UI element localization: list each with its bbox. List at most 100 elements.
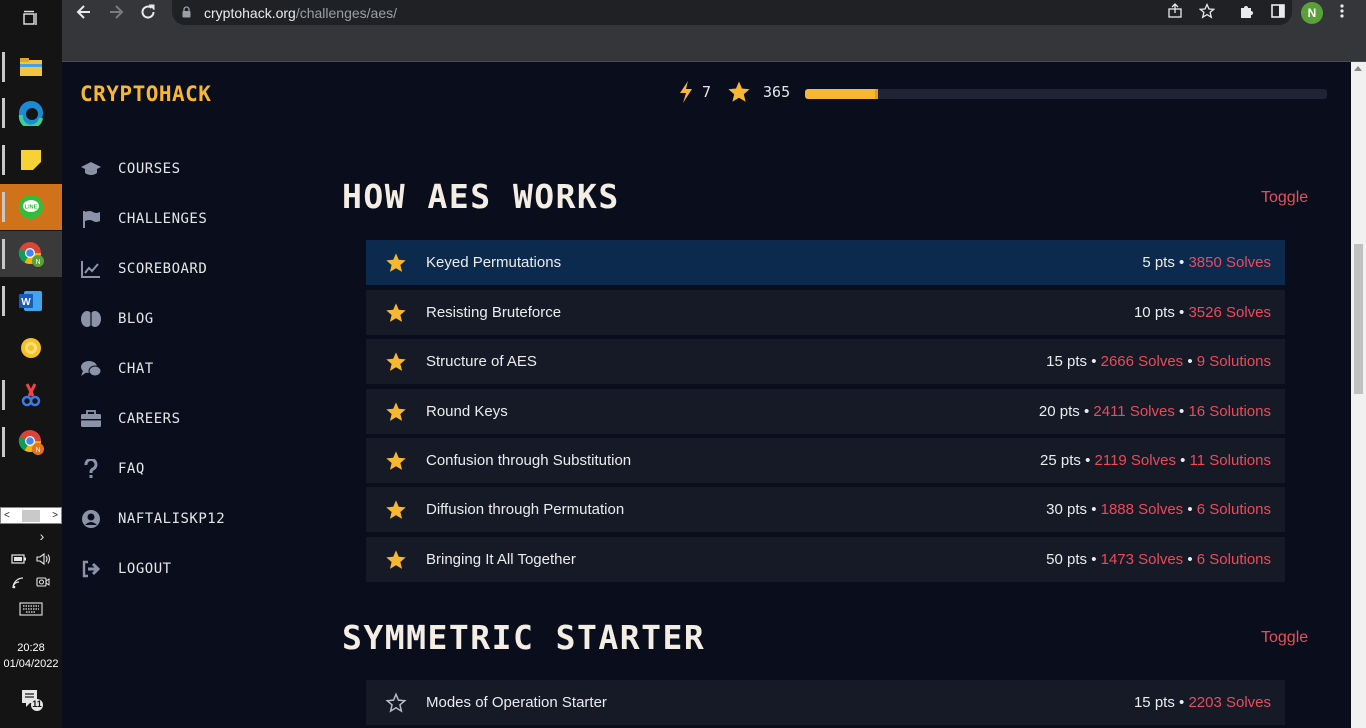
challenge-solves[interactable]: 2203 Solves <box>1188 694 1271 711</box>
scroll-left-icon[interactable]: < <box>4 510 10 521</box>
profile-avatar[interactable]: N <box>1301 2 1323 24</box>
taskbar-clock[interactable]: 20:28 01/04/2022 <box>0 640 62 672</box>
challenge-solutions[interactable]: 9 Solutions <box>1197 353 1271 370</box>
bookmark-star-icon[interactable] <box>1197 2 1217 23</box>
challenge-solves[interactable]: 3850 Solves <box>1188 254 1271 271</box>
sidebar-item-chat[interactable]: CHAT <box>80 344 225 394</box>
star-filled-icon <box>385 302 407 324</box>
toggle-how-aes-works[interactable]: Toggle <box>1261 189 1308 207</box>
challenge-meta: 50 pts • 1473 Solves • 6 Solutions <box>1046 551 1271 568</box>
challenge-solves[interactable]: 1888 Solves <box>1101 501 1184 518</box>
site-logo[interactable]: CRYPTOHACK <box>80 82 211 106</box>
scrollbar-thumb[interactable] <box>1354 244 1363 394</box>
scroller-thumb[interactable] <box>22 509 40 522</box>
challenge-solves[interactable]: 2666 Solves <box>1101 353 1184 370</box>
toggle-symmetric-starter[interactable]: Toggle <box>1261 629 1308 647</box>
sidebar-item-challenges[interactable]: CHALLENGES <box>80 194 225 244</box>
challenge-solves[interactable]: 3526 Solves <box>1188 304 1271 321</box>
scroll-right-icon[interactable]: > <box>52 510 58 521</box>
taskbar-app-settings[interactable] <box>0 325 62 371</box>
volume-icon[interactable] <box>35 552 51 566</box>
challenge-points: 5 pts <box>1142 254 1175 271</box>
sidebar-item-logout[interactable]: LOGOUT <box>80 544 225 594</box>
taskbar-app-sticky-notes[interactable] <box>0 137 62 183</box>
section-title-symmetric-starter: SYMMETRIC STARTER <box>342 618 706 657</box>
challenge-solutions[interactable]: 11 Solutions <box>1190 452 1271 469</box>
challenge-name[interactable]: Confusion through Substitution <box>426 452 1040 469</box>
challenge-solves[interactable]: 2119 Solves <box>1095 452 1176 469</box>
address-bar[interactable]: cryptohack.org/challenges/aes/ <box>172 0 1292 25</box>
share-icon[interactable] <box>1165 3 1185 23</box>
challenge-row[interactable]: Diffusion through Permutation 30 pts • 18… <box>366 487 1285 532</box>
star-filled-icon <box>385 549 407 571</box>
comments-icon <box>80 359 102 379</box>
challenge-solutions[interactable]: 6 Solutions <box>1197 501 1271 518</box>
kebab-menu-icon[interactable] <box>1332 3 1352 23</box>
challenge-name[interactable]: Diffusion through Permutation <box>426 501 1046 518</box>
battery-icon[interactable] <box>11 552 27 566</box>
back-button[interactable] <box>74 3 94 23</box>
bolt-count: 7 <box>702 83 712 101</box>
sidebar-item-courses[interactable]: COURSES <box>80 144 225 194</box>
forward-button[interactable] <box>106 3 126 23</box>
taskbar-app-word[interactable]: W <box>0 278 62 324</box>
taskbar-app-line[interactable]: LINE <box>0 184 62 230</box>
reload-button[interactable] <box>138 3 158 23</box>
url-host: cryptohack.org <box>204 5 296 21</box>
challenge-row[interactable]: Structure of AES 15 pts • 2666 Solves • 9… <box>366 339 1285 384</box>
section-title-how-aes-works: HOW AES WORKS <box>342 177 620 216</box>
challenge-row[interactable]: Keyed Permutations 5 pts • 3850 Solves <box>366 240 1285 285</box>
lock-icon[interactable] <box>182 6 191 18</box>
taskbar-app-edge[interactable] <box>0 90 62 136</box>
challenge-solutions[interactable]: 16 Solutions <box>1188 403 1271 420</box>
url-path: /challenges/aes/ <box>295 5 398 21</box>
line-icon: LINE <box>19 195 43 219</box>
challenge-name[interactable]: Round Keys <box>426 403 1039 420</box>
show-hidden-icons[interactable]: › <box>0 528 62 544</box>
challenge-row[interactable]: Round Keys 20 pts • 2411 Solves • 16 Solu… <box>366 389 1285 434</box>
challenge-row[interactable]: Bringing It All Together 50 pts • 1473 So… <box>366 537 1285 582</box>
challenge-points: 10 pts <box>1133 304 1175 321</box>
url-text[interactable]: cryptohack.org/challenges/aes/ <box>204 5 397 21</box>
wifi-icon[interactable] <box>11 576 27 590</box>
clock-time: 20:28 <box>17 642 45 654</box>
chrome-icon: N <box>18 242 44 267</box>
notifications-button[interactable]: 11 <box>20 688 44 712</box>
challenge-solves[interactable]: 2411 Solves <box>1093 403 1174 420</box>
sticky-notes-icon <box>21 150 41 170</box>
user-circle-icon <box>80 509 102 529</box>
challenge-row[interactable]: Confusion through Substitution 25 pts • 2… <box>366 438 1285 483</box>
scroll-up-arrow[interactable] <box>1354 66 1362 71</box>
challenge-meta: 15 pts • 2666 Solves • 9 Solutions <box>1046 353 1271 370</box>
challenge-solves[interactable]: 1473 Solves <box>1101 551 1184 568</box>
challenge-solutions[interactable]: 6 Solutions <box>1197 551 1271 568</box>
sidebar-item-careers[interactable]: CAREERS <box>80 394 225 444</box>
side-panel-icon[interactable] <box>1268 3 1288 23</box>
taskbar-scroller[interactable]: < > <box>0 507 62 524</box>
taskbar-app-chrome-2[interactable]: N <box>0 419 62 465</box>
extensions-icon[interactable] <box>1236 3 1256 23</box>
sidebar-item-faq[interactable]: FAQ <box>80 444 225 494</box>
settings-icon <box>21 338 41 358</box>
challenge-name[interactable]: Resisting Bruteforce <box>426 304 1134 321</box>
chevron-right-icon[interactable]: › <box>40 528 45 544</box>
challenge-row[interactable]: Modes of Operation Starter 15 pts • 2203 … <box>366 680 1285 725</box>
taskbar-app-chrome[interactable]: N <box>0 231 62 277</box>
challenge-points: 25 pts <box>1040 452 1081 469</box>
task-view-icon[interactable] <box>22 10 40 28</box>
challenge-name[interactable]: Keyed Permutations <box>426 254 1142 271</box>
sidebar-item-naftaliskp12[interactable]: NAFTALISKP12 <box>80 494 225 544</box>
challenge-points: 50 pts <box>1046 551 1088 568</box>
challenge-row[interactable]: Resisting Bruteforce 10 pts • 3526 Solves <box>366 290 1285 335</box>
taskbar-app-file-explorer[interactable] <box>0 44 62 90</box>
page-scrollbar[interactable] <box>1351 62 1366 728</box>
taskbar-app-snipping-tool[interactable] <box>0 372 62 418</box>
challenge-name[interactable]: Structure of AES <box>426 353 1046 370</box>
star-filled-icon <box>385 401 407 423</box>
sidebar-item-scoreboard[interactable]: SCOREBOARD <box>80 244 225 294</box>
challenge-name[interactable]: Bringing It All Together <box>426 551 1046 568</box>
challenge-name[interactable]: Modes of Operation Starter <box>426 694 1134 711</box>
sidebar-item-blog[interactable]: BLOG <box>80 294 225 344</box>
keyboard-icon[interactable] <box>19 602 43 616</box>
meet-now-icon[interactable] <box>35 576 51 590</box>
